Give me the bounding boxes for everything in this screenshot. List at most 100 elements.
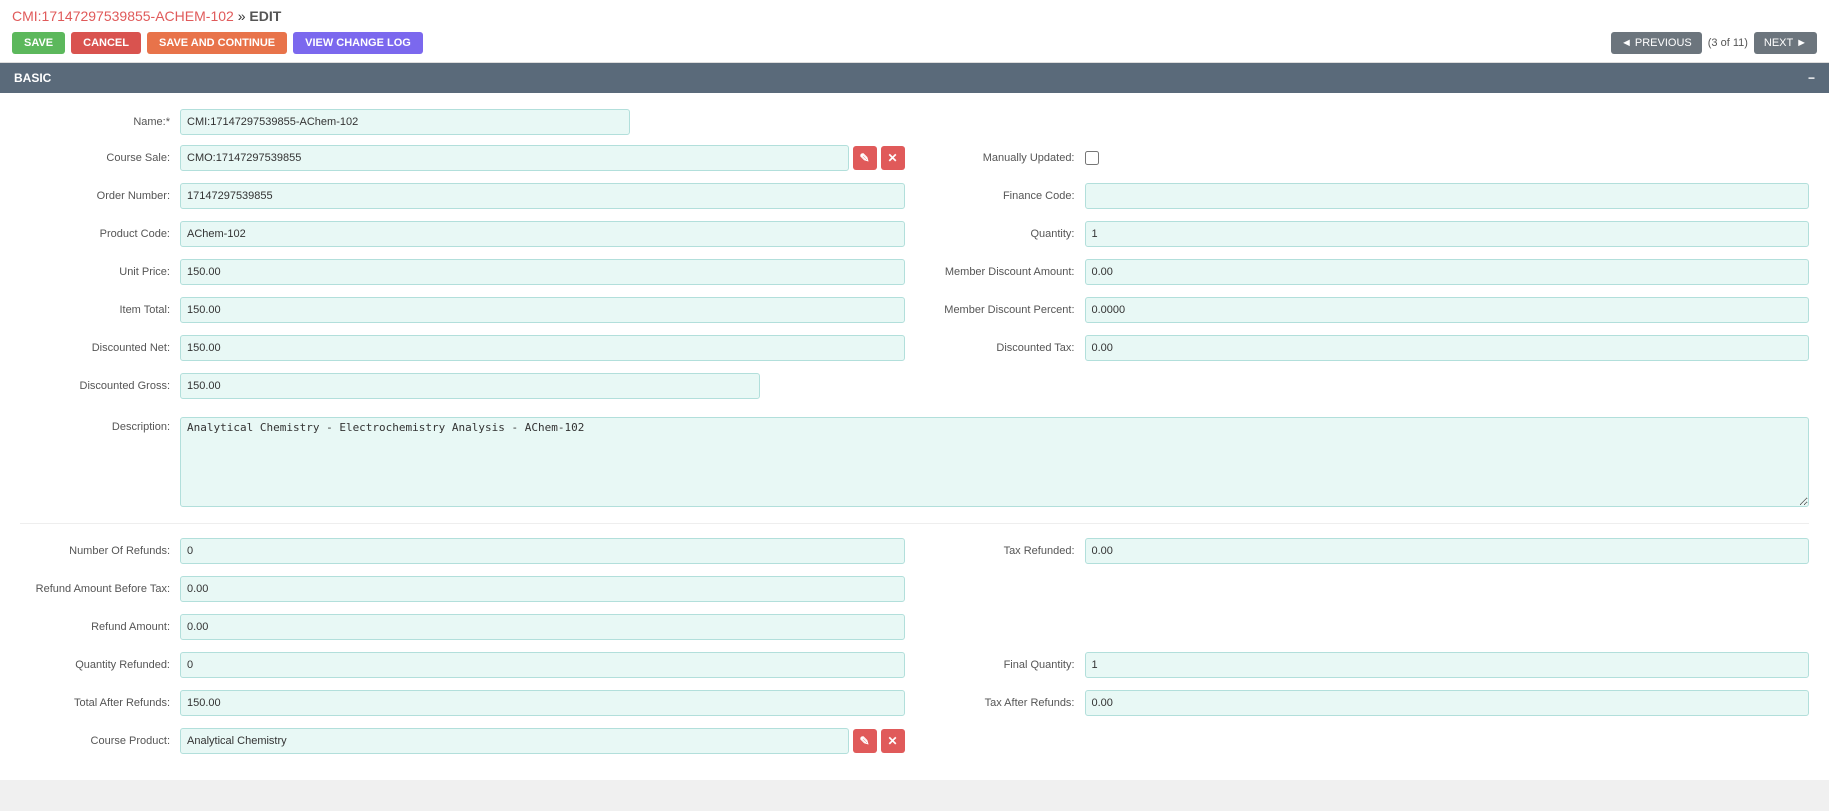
course-product-edit-btn[interactable]: ✎ [853, 729, 877, 753]
manually-updated-checkbox-wrapper [1085, 151, 1099, 165]
refund-grid: Number Of Refunds: Refund Amount Before … [20, 536, 1809, 764]
discounted-gross-label: Discounted Gross: [20, 380, 180, 392]
spacer-row-2 [925, 612, 1810, 642]
final-quantity-input[interactable] [1085, 652, 1810, 678]
arrow-separator: » [238, 8, 246, 24]
manually-updated-checkbox[interactable] [1085, 151, 1099, 165]
save-button[interactable]: SAVE [12, 32, 65, 54]
quantity-row: Quantity: [925, 219, 1810, 249]
number-of-refunds-row: Number Of Refunds: [20, 536, 905, 566]
item-total-input[interactable] [180, 297, 905, 323]
spacer-row-1 [925, 574, 1810, 604]
name-input[interactable] [180, 109, 630, 135]
description-textarea[interactable]: Analytical Chemistry - Electrochemistry … [180, 417, 1809, 507]
toolbar: SAVE CANCEL SAVE AND CONTINUE VIEW CHANG… [12, 32, 1817, 54]
finance-code-input[interactable] [1085, 183, 1810, 209]
discounted-net-input[interactable] [180, 335, 905, 361]
member-discount-percent-label: Member Discount Percent: [925, 304, 1085, 316]
collapse-icon[interactable]: − [1808, 71, 1815, 85]
course-sale-group: ✎ ✕ [180, 145, 905, 171]
course-sale-row: Course Sale: ✎ ✕ [20, 143, 905, 173]
final-quantity-row: Final Quantity: [925, 650, 1810, 680]
refund-amount-before-tax-row: Refund Amount Before Tax: [20, 574, 905, 604]
discounted-net-row: Discounted Net: [20, 333, 905, 363]
item-total-row: Item Total: [20, 295, 905, 325]
number-of-refunds-input[interactable] [180, 538, 905, 564]
name-label: Name:* [20, 116, 180, 128]
quantity-refunded-row: Quantity Refunded: [20, 650, 905, 680]
course-product-row: Course Product: ✎ ✕ [20, 726, 905, 756]
order-number-label: Order Number: [20, 190, 180, 202]
product-code-input[interactable] [180, 221, 905, 247]
refund-right-column: Tax Refunded: Final Quantity: Tax After … [925, 536, 1810, 764]
discounted-tax-row: Discounted Tax: [925, 333, 1810, 363]
section-header-basic: BASIC − [0, 63, 1829, 93]
course-sale-label: Course Sale: [20, 152, 180, 164]
tax-after-refunds-row: Tax After Refunds: [925, 688, 1810, 718]
member-discount-amount-input[interactable] [1085, 259, 1810, 285]
member-discount-amount-label: Member Discount Amount: [925, 266, 1085, 278]
course-product-input[interactable] [180, 728, 849, 754]
course-sale-clear-btn[interactable]: ✕ [881, 146, 905, 170]
record-id: CMI:17147297539855-ACHEM-102 [12, 8, 234, 24]
course-product-label: Course Product: [20, 735, 180, 747]
previous-button[interactable]: ◄ PREVIOUS [1611, 32, 1702, 54]
description-label: Description: [20, 417, 180, 433]
manually-updated-row: Manually Updated: [925, 143, 1810, 173]
discounted-gross-input[interactable] [180, 373, 760, 399]
two-col-grid: Course Sale: ✎ ✕ Order Number: Product C… [20, 143, 1809, 409]
page-title: CMI:17147297539855-ACHEM-102 » EDIT [12, 8, 1817, 24]
quantity-input[interactable] [1085, 221, 1810, 247]
tax-refunded-row: Tax Refunded: [925, 536, 1810, 566]
tax-refunded-input[interactable] [1085, 538, 1810, 564]
basic-section: BASIC − Name:* Course Sale: ✎ ✕ [0, 63, 1829, 780]
finance-code-row: Finance Code: [925, 181, 1810, 211]
description-row: Description: Analytical Chemistry - Elec… [20, 417, 1809, 507]
view-log-button[interactable]: VIEW CHANGE LOG [293, 32, 423, 54]
discounted-tax-input[interactable] [1085, 335, 1810, 361]
tax-after-refunds-input[interactable] [1085, 690, 1810, 716]
tax-after-refunds-label: Tax After Refunds: [925, 697, 1085, 709]
refund-amount-input[interactable] [180, 614, 905, 640]
quantity-refunded-input[interactable] [180, 652, 905, 678]
product-code-label: Product Code: [20, 228, 180, 240]
refund-left-column: Number Of Refunds: Refund Amount Before … [20, 536, 905, 764]
order-number-input[interactable] [180, 183, 905, 209]
section-label: BASIC [14, 71, 51, 85]
refund-amount-row: Refund Amount: [20, 612, 905, 642]
course-product-clear-btn[interactable]: ✕ [881, 729, 905, 753]
save-continue-button[interactable]: SAVE AND CONTINUE [147, 32, 287, 54]
course-sale-input[interactable] [180, 145, 849, 171]
unit-price-input[interactable] [180, 259, 905, 285]
quantity-label: Quantity: [925, 228, 1085, 240]
final-quantity-label: Final Quantity: [925, 659, 1085, 671]
product-code-row: Product Code: [20, 219, 905, 249]
order-number-row: Order Number: [20, 181, 905, 211]
action-label: EDIT [249, 8, 281, 24]
tax-refunded-label: Tax Refunded: [925, 545, 1085, 557]
course-sale-edit-btn[interactable]: ✎ [853, 146, 877, 170]
finance-code-label: Finance Code: [925, 190, 1085, 202]
discounted-gross-row: Discounted Gross: [20, 371, 905, 401]
member-discount-percent-input[interactable] [1085, 297, 1810, 323]
total-after-refunds-row: Total After Refunds: [20, 688, 905, 718]
unit-price-label: Unit Price: [20, 266, 180, 278]
unit-price-row: Unit Price: [20, 257, 905, 287]
course-product-group: ✎ ✕ [180, 728, 905, 754]
left-column: Course Sale: ✎ ✕ Order Number: Product C… [20, 143, 905, 409]
item-total-label: Item Total: [20, 304, 180, 316]
refund-amount-before-tax-input[interactable] [180, 576, 905, 602]
right-column: Manually Updated: Finance Code: Quantity… [925, 143, 1810, 409]
cancel-button[interactable]: CANCEL [71, 32, 141, 54]
navigation-controls: ◄ PREVIOUS (3 of 11) NEXT ► [1611, 32, 1817, 54]
total-after-refunds-label: Total After Refunds: [20, 697, 180, 709]
nav-count: (3 of 11) [1708, 37, 1748, 49]
section-body-basic: Name:* Course Sale: ✎ ✕ Order Number [0, 93, 1829, 780]
top-bar: CMI:17147297539855-ACHEM-102 » EDIT SAVE… [0, 0, 1829, 63]
next-button[interactable]: NEXT ► [1754, 32, 1817, 54]
name-row: Name:* [20, 109, 1809, 135]
number-of-refunds-label: Number Of Refunds: [20, 545, 180, 557]
refund-amount-before-tax-label: Refund Amount Before Tax: [20, 583, 180, 595]
total-after-refunds-input[interactable] [180, 690, 905, 716]
discounted-net-label: Discounted Net: [20, 342, 180, 354]
